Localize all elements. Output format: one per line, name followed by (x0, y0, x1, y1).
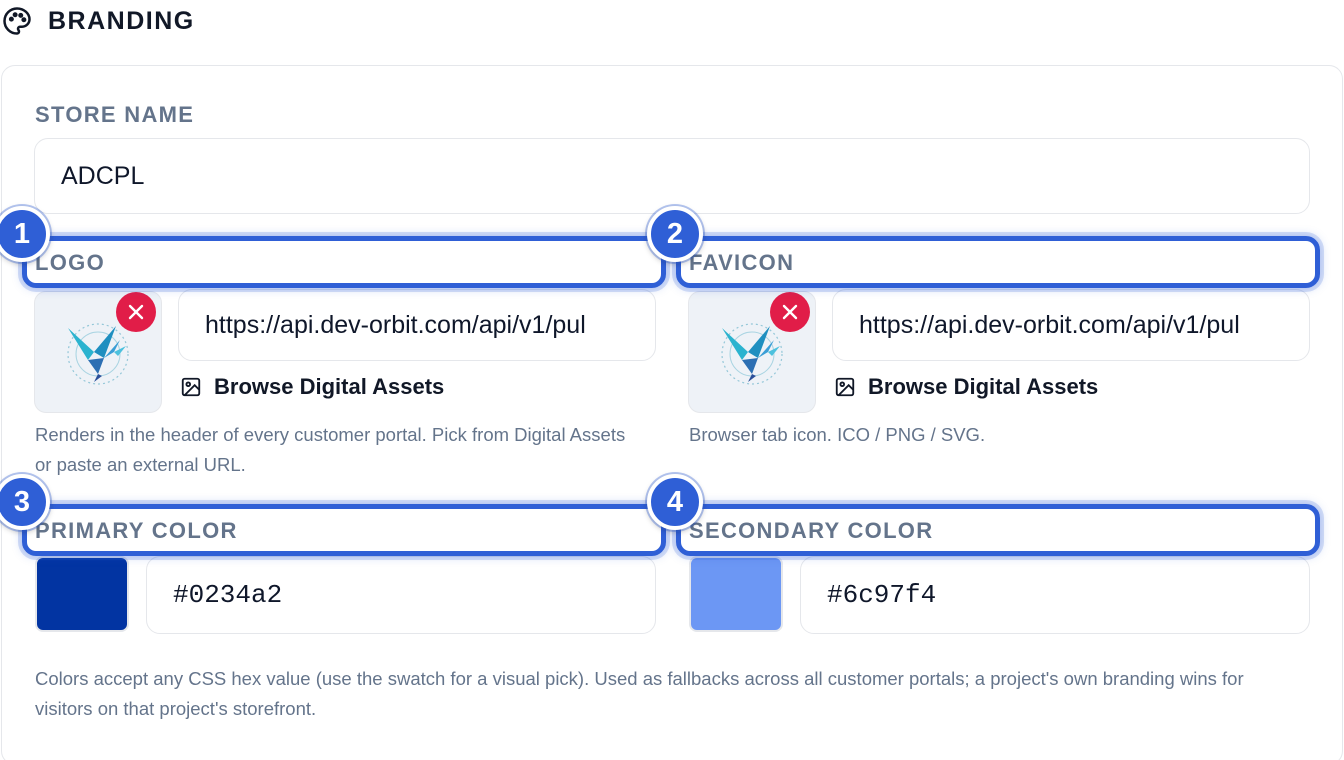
annotation-box-primary-color (22, 504, 666, 556)
annotation-box-logo (22, 236, 666, 288)
logo-url-value: https://api.dev-orbit.com/api/v1/pul (205, 310, 586, 339)
image-icon (835, 377, 855, 397)
logo-help-text: Renders in the header of every customer … (35, 424, 626, 475)
logo-browse-assets-link[interactable]: Browse Digital Assets (180, 372, 444, 402)
primary-color-value: #0234a2 (173, 580, 283, 610)
store-name-input[interactable]: ADCPL (34, 138, 1310, 214)
store-name-value: ADCPL (61, 161, 145, 190)
favicon-help-text: Browser tab icon. ICO / PNG / SVG. (689, 424, 986, 445)
secondary-color-input[interactable]: #6c97f4 (800, 556, 1310, 634)
logo-remove-button[interactable] (116, 292, 156, 332)
secondary-color-value: #6c97f4 (827, 580, 937, 610)
section-header: BRANDING (0, 0, 195, 42)
annotation-box-secondary-color (676, 504, 1320, 556)
close-icon (782, 304, 798, 320)
colors-help-text: Colors accept any CSS hex value (use the… (35, 668, 1244, 719)
image-icon (181, 377, 201, 397)
favicon-browse-label: Browse Digital Assets (868, 374, 1099, 399)
favicon-url-input[interactable]: https://api.dev-orbit.com/api/v1/pul (832, 289, 1310, 361)
store-name-label: STORE NAME (35, 102, 195, 127)
annotation-badge-2: 2 (647, 206, 703, 262)
annotation-box-favicon (676, 236, 1320, 288)
palette-icon (0, 4, 34, 38)
annotation-badge-4: 4 (647, 474, 703, 530)
favicon-browse-assets-link[interactable]: Browse Digital Assets (834, 372, 1098, 402)
primary-color-input[interactable]: #0234a2 (146, 556, 656, 634)
logo-url-input[interactable]: https://api.dev-orbit.com/api/v1/pul (178, 289, 656, 361)
favicon-remove-button[interactable] (770, 292, 810, 332)
close-icon (128, 304, 144, 320)
secondary-color-swatch[interactable] (689, 556, 783, 632)
section-title: BRANDING (48, 6, 195, 35)
favicon-url-value: https://api.dev-orbit.com/api/v1/pul (859, 310, 1240, 339)
logo-browse-label: Browse Digital Assets (214, 374, 445, 399)
primary-color-swatch[interactable] (35, 556, 129, 632)
